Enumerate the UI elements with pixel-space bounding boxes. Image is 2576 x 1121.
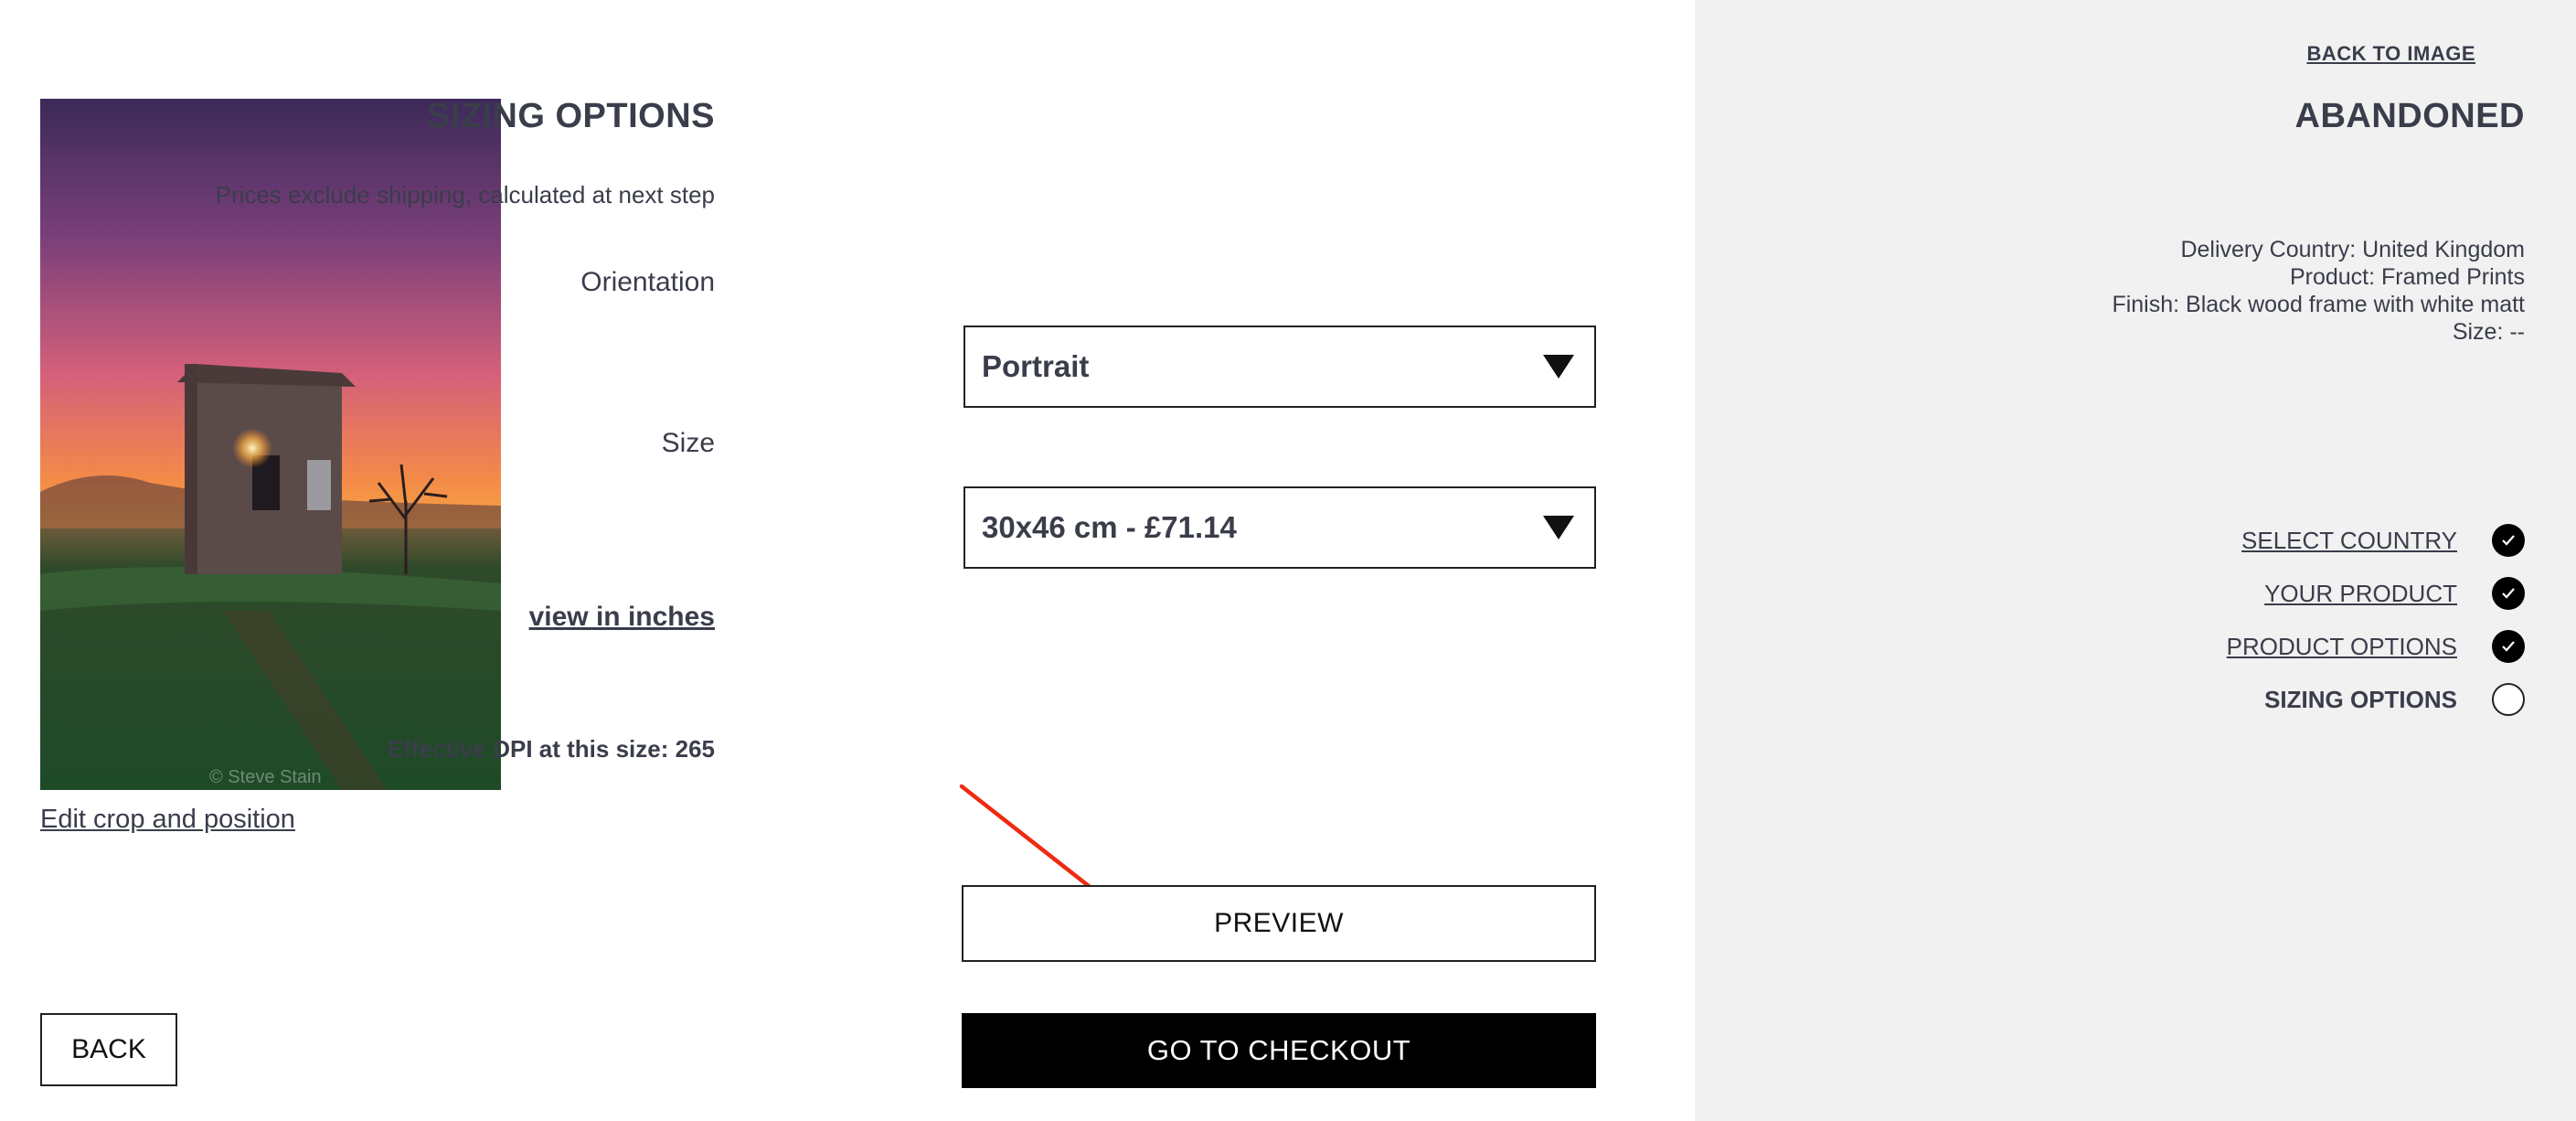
preview-button[interactable]: PREVIEW — [962, 885, 1596, 962]
prices-note: Prices exclude shipping, calculated at n… — [215, 181, 715, 208]
size-select[interactable]: 30x46 cm - £71.14 — [963, 486, 1596, 569]
sizing-options-title: SIZING OPTIONS — [426, 97, 715, 135]
step-label[interactable]: YOUR PRODUCT — [2264, 580, 2457, 608]
main-panel: © Steve Stain Edit crop and position BAC… — [0, 0, 1695, 1121]
check-icon — [2492, 577, 2525, 610]
delivery-country-detail: Delivery Country: United Kingdom — [2180, 237, 2525, 262]
step-label[interactable]: PRODUCT OPTIONS — [2227, 633, 2457, 661]
step-your-product[interactable]: YOUR PRODUCT — [2227, 576, 2525, 611]
size-detail: Size: -- — [2452, 319, 2525, 345]
view-in-inches-link[interactable]: view in inches — [529, 602, 715, 633]
progress-steps: SELECT COUNTRY YOUR PRODUCT PRODUCT OPTI… — [2227, 523, 2525, 735]
dropdown-arrow-icon — [1543, 355, 1574, 379]
step-label[interactable]: SELECT COUNTRY — [2241, 527, 2457, 555]
step-label: SIZING OPTIONS — [2264, 685, 2457, 713]
orientation-select[interactable]: Portrait — [963, 326, 1596, 408]
product-detail: Product: Framed Prints — [2289, 264, 2525, 290]
effective-dpi-text: Effective DPI at this size: 265 — [387, 735, 715, 763]
go-to-checkout-button[interactable]: GO TO CHECKOUT — [962, 1013, 1596, 1088]
check-icon — [2492, 630, 2525, 663]
step-product-options[interactable]: PRODUCT OPTIONS — [2227, 629, 2525, 664]
check-icon — [2492, 524, 2525, 557]
step-sizing-options: SIZING OPTIONS — [2227, 682, 2525, 717]
photo-watermark: © Steve Stain — [209, 767, 322, 787]
product-title: ABANDONED — [2294, 97, 2525, 135]
shed-shape — [177, 364, 356, 574]
size-label: Size — [661, 428, 715, 458]
order-summary-sidebar: BACK TO IMAGE ABANDONED Delivery Country… — [1695, 0, 2576, 1121]
back-to-image-link[interactable]: BACK TO IMAGE — [2306, 42, 2475, 66]
orientation-value: Portrait — [982, 349, 1090, 383]
edit-crop-link[interactable]: Edit crop and position — [40, 805, 295, 835]
orientation-label: Orientation — [580, 267, 715, 297]
step-select-country[interactable]: SELECT COUNTRY — [2227, 523, 2525, 558]
dropdown-arrow-icon — [1543, 516, 1574, 539]
empty-circle-icon — [2492, 683, 2525, 716]
back-button[interactable]: BACK — [40, 1013, 177, 1086]
size-value: 30x46 cm - £71.14 — [982, 510, 1237, 544]
finish-detail: Finish: Black wood frame with white matt — [2112, 292, 2525, 317]
order-details: Delivery Country: United Kingdom Product… — [2112, 236, 2525, 346]
